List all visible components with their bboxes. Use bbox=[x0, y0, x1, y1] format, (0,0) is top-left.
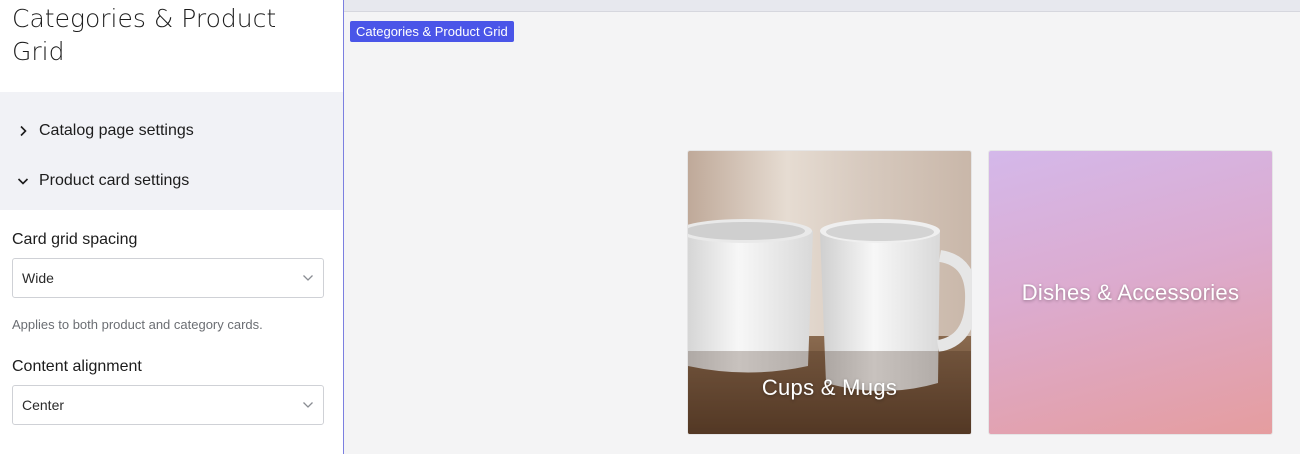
card-grid-spacing-label: Card grid spacing bbox=[12, 231, 138, 248]
section-catalog-page-settings[interactable]: Catalog page settings bbox=[0, 111, 343, 151]
content-alignment-label: Content alignment bbox=[12, 358, 142, 375]
preview-canvas: Categories & Product Grid Cups & Mugs Di… bbox=[344, 0, 1300, 454]
preview-top-bar bbox=[344, 0, 1300, 12]
section-product-card-settings[interactable]: Product card settings bbox=[0, 161, 343, 201]
chevron-right-icon bbox=[13, 125, 33, 137]
card-title: Cups & Mugs bbox=[761, 375, 898, 400]
select-value: Center bbox=[22, 397, 65, 413]
content-alignment-select[interactable]: Center bbox=[12, 385, 324, 425]
card-grid-spacing-select[interactable]: Wide bbox=[12, 258, 324, 298]
card-grid-spacing-help: Applies to both product and category car… bbox=[12, 317, 263, 332]
chevron-down-icon bbox=[293, 401, 323, 409]
chevron-down-icon bbox=[293, 274, 323, 282]
section-label: Catalog page settings bbox=[39, 122, 194, 139]
category-card-cups-mugs[interactable]: Cups & Mugs bbox=[688, 151, 971, 434]
section-tag[interactable]: Categories & Product Grid bbox=[350, 21, 514, 42]
settings-panel: Categories & Product Grid Catalog page s… bbox=[0, 0, 343, 454]
chevron-down-icon bbox=[13, 176, 33, 186]
settings-sections: Catalog page settings Product card setti… bbox=[0, 92, 343, 210]
panel-title: Categories & Product Grid bbox=[12, 4, 277, 66]
category-card-dishes-accessories[interactable]: Dishes & Accessories bbox=[989, 151, 1272, 434]
card-title: Dishes & Accessories bbox=[1021, 280, 1240, 305]
select-value: Wide bbox=[22, 270, 54, 286]
section-label: Product card settings bbox=[39, 172, 190, 189]
